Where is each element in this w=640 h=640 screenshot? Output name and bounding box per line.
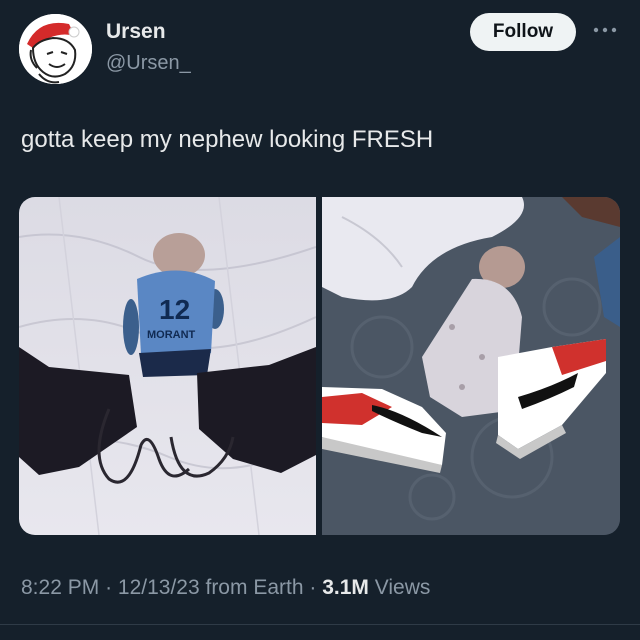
photo-baby-in-boots[interactable]: 12 MORANT <box>19 197 316 535</box>
photo-baby-in-sneakers[interactable] <box>322 197 620 535</box>
tweet-source: from Earth <box>205 576 304 599</box>
avatar[interactable] <box>19 14 92 84</box>
follow-button[interactable]: Follow <box>470 13 576 51</box>
tweet-media[interactable]: 12 MORANT <box>19 197 620 535</box>
avatar-image <box>19 14 92 84</box>
tweet-meta: 8:22 PM · 12/13/23 from Earth · 3.1M Vie… <box>21 576 431 599</box>
more-dots-icon[interactable] <box>590 22 620 38</box>
tweet-time[interactable]: 8:22 PM <box>21 576 99 599</box>
tweet-text: gotta keep my nephew looking FRESH <box>21 126 434 153</box>
jersey-number: 12 <box>159 294 190 325</box>
tweet-date[interactable]: 12/13/23 <box>118 576 200 599</box>
divider <box>0 624 640 625</box>
user-handle[interactable]: @Ursen_ <box>106 52 191 75</box>
user-name[interactable]: Ursen <box>106 20 166 44</box>
jersey-name: MORANT <box>147 329 196 341</box>
views-label: Views <box>374 576 431 599</box>
views-count: 3.1M <box>322 576 369 599</box>
